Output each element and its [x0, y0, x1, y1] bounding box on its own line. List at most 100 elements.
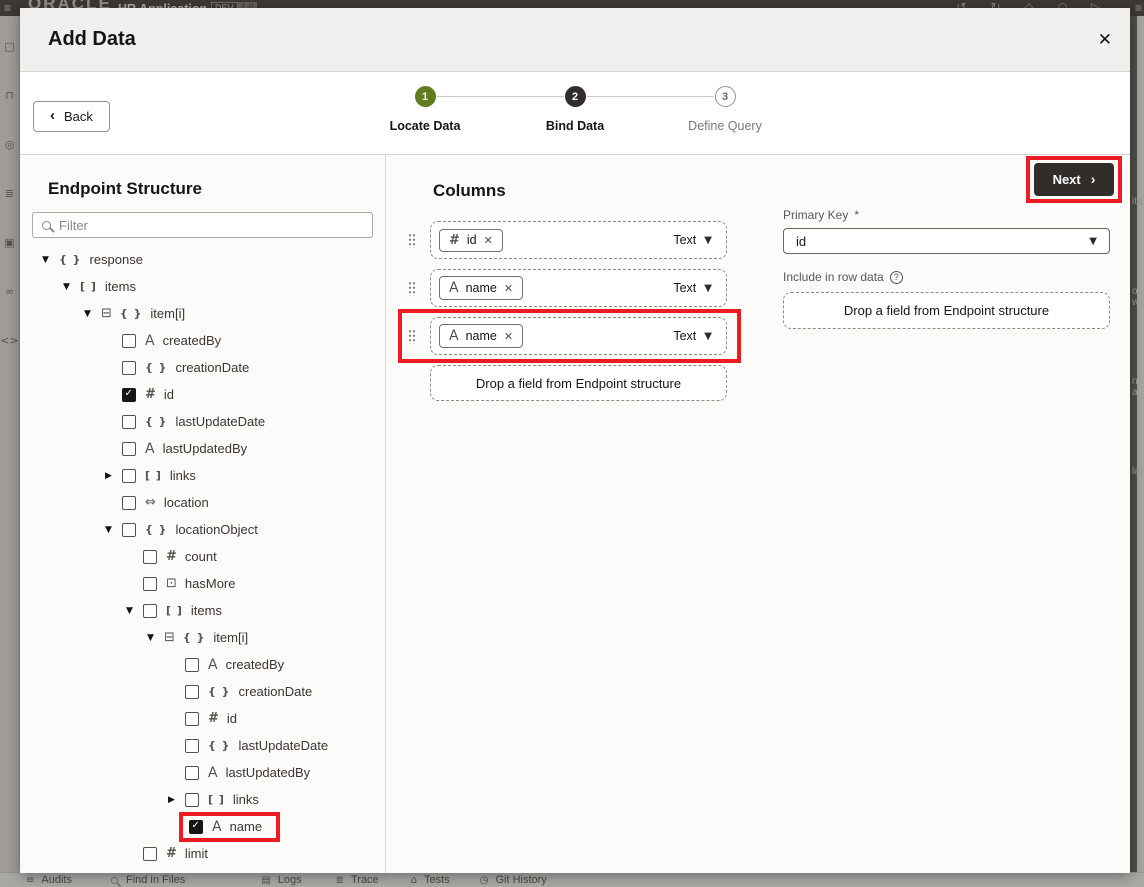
chevron-down-icon[interactable]: ▼ — [63, 282, 80, 292]
datatype-dropdown[interactable]: Text ▼ — [673, 329, 712, 343]
checkbox-unchecked[interactable] — [185, 711, 199, 726]
tree-node-label[interactable]: hasMore — [185, 576, 236, 591]
drag-handle-icon[interactable] — [408, 232, 416, 248]
tree-node-label[interactable]: item[i] — [150, 306, 185, 321]
tree-node-label[interactable]: locationObject — [176, 522, 258, 537]
tree-node-label[interactable]: lastUpdatedBy — [163, 441, 248, 456]
tree-node-label[interactable]: createdBy — [226, 657, 285, 672]
tree-node-label[interactable]: name — [230, 819, 263, 834]
number-type-icon: # — [166, 846, 177, 861]
columns-drop-zone[interactable]: Drop a field from Endpoint structure — [430, 365, 727, 401]
field-chip-id[interactable]: # id ✕ — [439, 228, 503, 252]
chevron-down-icon[interactable]: ▼ — [84, 309, 101, 319]
chevron-right-icon[interactable]: ▶ — [105, 471, 122, 481]
step-define-query[interactable]: 3 Define Query — [650, 86, 800, 133]
field-chip-name[interactable]: Aname ✕ — [439, 276, 524, 300]
help-icon[interactable]: ? — [889, 270, 903, 284]
chevron-down-icon[interactable]: ▼ — [147, 633, 164, 643]
tree-row: ▶[ ]links — [20, 867, 385, 873]
checkbox-unchecked[interactable] — [122, 414, 136, 429]
row-data-drop-zone[interactable]: Drop a field from Endpoint structure — [783, 292, 1110, 329]
checkbox-unchecked[interactable] — [185, 738, 199, 753]
tree-node-label[interactable]: response — [90, 252, 143, 267]
tree-row: ▼ ⊟ { } item[i] — [20, 300, 385, 327]
checkbox-unchecked[interactable] — [122, 495, 136, 510]
datatype-dropdown[interactable]: Text ▼ — [673, 281, 712, 295]
tree-node-label[interactable]: creationDate — [176, 360, 250, 375]
checkbox-unchecked[interactable] — [122, 522, 136, 537]
checkbox-unchecked[interactable] — [185, 657, 199, 672]
checkbox-unchecked[interactable] — [143, 576, 157, 591]
field-chip-label: id — [466, 233, 477, 247]
column-field-box[interactable]: Aname ✕ Text ▼ — [430, 269, 727, 307]
checkbox-checked[interactable] — [122, 387, 136, 402]
checkbox-unchecked[interactable] — [143, 549, 157, 564]
tree-row: # id — [20, 381, 385, 408]
checkbox-unchecked[interactable] — [122, 441, 136, 456]
string-type-icon: A — [208, 764, 218, 781]
chevron-down-icon[interactable]: ▼ — [42, 255, 59, 265]
tree-node-label[interactable]: links — [170, 468, 196, 483]
search-icon — [42, 220, 51, 230]
column-field-box[interactable]: # id ✕ Text ▼ — [430, 221, 727, 259]
checkbox-unchecked[interactable] — [122, 360, 136, 375]
tree-node-label[interactable]: links — [233, 792, 259, 807]
chevron-down-icon[interactable]: ▼ — [105, 525, 122, 535]
number-type-icon: # — [449, 232, 460, 248]
remove-icon[interactable]: ✕ — [484, 234, 493, 247]
step-number: 2 — [564, 86, 586, 107]
tree-row: ⇔ location — [20, 489, 385, 516]
tree-node-label[interactable]: lastUpdateDate — [176, 414, 266, 429]
tree-node-label[interactable]: limit — [185, 846, 208, 861]
tree-node-label[interactable]: lastUpdateDate — [239, 738, 329, 753]
tree-node-label[interactable]: item[i] — [213, 630, 248, 645]
tree-node-label[interactable]: lastUpdatedBy — [226, 765, 311, 780]
number-type-icon: # — [208, 711, 219, 726]
tree-node-label[interactable]: location — [164, 495, 209, 510]
chevron-down-icon: ▼ — [704, 234, 712, 246]
datatype-dropdown[interactable]: Text ▼ — [673, 233, 712, 247]
object-type-icon: { } — [208, 739, 231, 752]
tree-node-label[interactable]: creationDate — [239, 684, 313, 699]
tree-row: ▶ [ ] links — [20, 786, 385, 813]
tree-row: ▼[ ] items — [20, 273, 385, 300]
chevron-down-icon[interactable]: ▼ — [126, 606, 143, 616]
object-type-icon: { } — [145, 415, 168, 428]
checkbox-unchecked[interactable] — [143, 603, 157, 618]
checkbox-unchecked[interactable] — [185, 765, 199, 780]
checkbox-unchecked[interactable] — [185, 684, 199, 699]
array-type-icon: [ ] — [208, 793, 225, 806]
endpoint-tree: ▼{ } response ▼[ ] items ▼ ⊟{ } item[i] Acreate… — [20, 246, 385, 873]
tree-node-label[interactable]: count — [185, 549, 217, 564]
drag-handle-icon[interactable] — [408, 328, 416, 344]
remove-icon[interactable]: ✕ — [504, 330, 513, 343]
filter-input[interactable] — [59, 217, 363, 233]
binding-panel: Primary Key * id ▼ Include in row data ?… — [741, 155, 1130, 873]
tree-node-label[interactable]: createdBy — [163, 333, 222, 348]
step-locate-data[interactable]: 1 Locate Data — [350, 86, 500, 133]
collapse-box-type-icon: ⊟ — [164, 630, 175, 645]
next-button-label: Next — [1052, 172, 1081, 187]
filter-field[interactable] — [32, 212, 373, 238]
step-bind-data[interactable]: 2 Bind Data — [500, 86, 650, 133]
drag-handle-icon[interactable] — [408, 280, 416, 296]
checkbox-unchecked[interactable] — [122, 333, 136, 348]
checkbox-unchecked[interactable] — [122, 468, 136, 483]
column-field-box[interactable]: Aname ✕ Text ▼ — [430, 317, 727, 355]
tree-node-label[interactable]: items — [105, 279, 136, 294]
tree-node-label[interactable]: items — [191, 603, 222, 618]
field-chip-name[interactable]: Aname ✕ — [439, 324, 524, 348]
next-button[interactable]: Next › — [1034, 163, 1114, 196]
checkbox-checked[interactable] — [189, 819, 203, 834]
checkbox-unchecked[interactable] — [185, 792, 199, 807]
wizard-stepper: 1 Locate Data 2 Bind Data 3 Define Query — [20, 86, 1130, 133]
close-icon[interactable]: ✕ — [1098, 30, 1112, 50]
checkbox-unchecked[interactable] — [143, 846, 157, 861]
tree-node-label[interactable]: id — [164, 387, 174, 402]
chevron-right-icon[interactable]: ▶ — [168, 795, 185, 805]
remove-icon[interactable]: ✕ — [504, 282, 513, 295]
tree-node-label[interactable]: id — [227, 711, 237, 726]
primary-key-select[interactable]: id ▼ — [783, 228, 1110, 254]
column-row: Aname ✕ Text ▼ — [408, 317, 727, 355]
column-row: # id ✕ Text ▼ — [408, 221, 741, 259]
